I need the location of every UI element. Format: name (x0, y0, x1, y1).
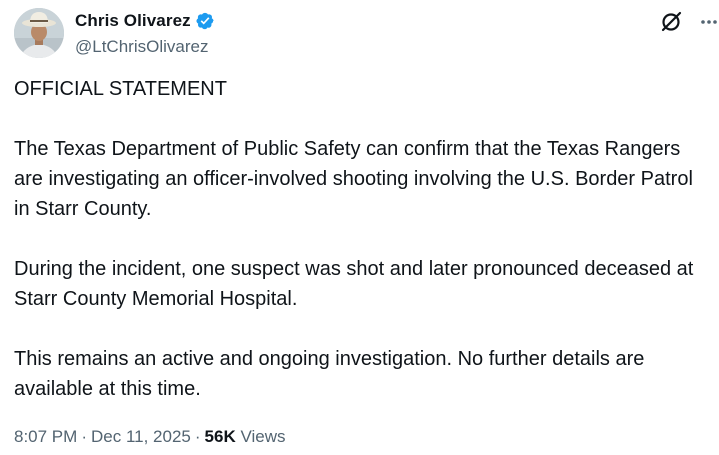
tweet-paragraph: This remains an active and ongoing inves… (14, 348, 645, 400)
tweet-paragraph: During the incident, one suspect was sho… (14, 258, 694, 310)
verified-badge-icon[interactable] (195, 11, 215, 31)
tweet-card: Chris Olivarez @LtChrisOlivarez OFFICIAL… (0, 0, 719, 455)
name-row: Chris Olivarez (75, 10, 215, 32)
tweet-paragraph: The Texas Department of Public Safety ca… (14, 138, 693, 220)
views-count[interactable]: 56K (205, 427, 236, 446)
tweet-text: OFFICIAL STATEMENT The Texas Department … (14, 74, 714, 404)
avatar[interactable] (14, 8, 64, 58)
tweet-time[interactable]: 8:07 PM (14, 427, 77, 446)
author-names: Chris Olivarez @LtChrisOlivarez (75, 10, 215, 57)
meta-separator: · (194, 427, 201, 446)
tweet-date[interactable]: Dec 11, 2025 (91, 427, 191, 446)
tweet-meta: 8:07 PM · Dec 11, 2025 · 56K Views (14, 427, 286, 447)
grok-icon[interactable] (659, 10, 683, 34)
more-icon[interactable] (699, 10, 719, 34)
views-label: Views (240, 427, 286, 446)
display-name[interactable]: Chris Olivarez (75, 11, 191, 31)
meta-separator: · (81, 427, 87, 446)
top-actions (659, 10, 719, 34)
tweet-header: Chris Olivarez @LtChrisOlivarez (14, 8, 215, 58)
tweet-paragraph: OFFICIAL STATEMENT (14, 78, 227, 100)
handle[interactable]: @LtChrisOlivarez (75, 37, 215, 57)
